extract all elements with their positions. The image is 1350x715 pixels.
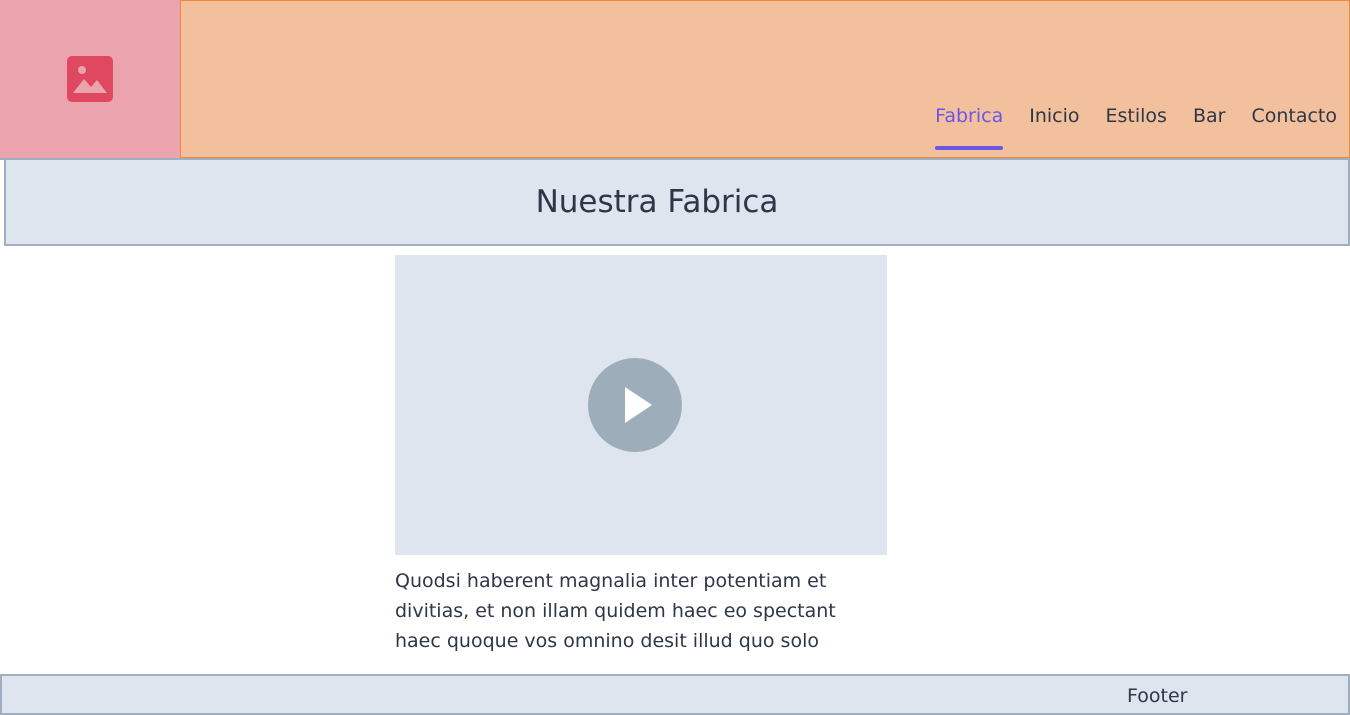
nav-item-fabrica[interactable]: Fabrica	[935, 105, 1004, 151]
title-banner: Nuestra Fabrica	[4, 160, 1350, 246]
site-header: Fabrica Inicio Estilos Bar Contacto	[0, 0, 1350, 160]
video-player[interactable]	[395, 255, 887, 555]
body-text: Quodsi haberent magnalia inter potentiam…	[395, 570, 836, 652]
image-placeholder-icon	[67, 56, 113, 102]
nav-item-bar[interactable]: Bar	[1193, 105, 1226, 151]
nav-item-inicio[interactable]: Inicio	[1029, 105, 1079, 151]
nav-item-estilos[interactable]: Estilos	[1106, 105, 1167, 151]
footer-label: Footer	[1127, 685, 1188, 707]
logo-container[interactable]	[0, 0, 180, 158]
main-nav: Fabrica Inicio Estilos Bar Contacto	[909, 105, 1337, 151]
site-footer: Footer	[0, 674, 1350, 715]
nav-item-contacto[interactable]: Contacto	[1251, 105, 1337, 151]
page-title: Nuestra Fabrica	[535, 184, 779, 220]
play-icon[interactable]	[588, 358, 682, 452]
nav-bar: Fabrica Inicio Estilos Bar Contacto	[180, 0, 1350, 158]
